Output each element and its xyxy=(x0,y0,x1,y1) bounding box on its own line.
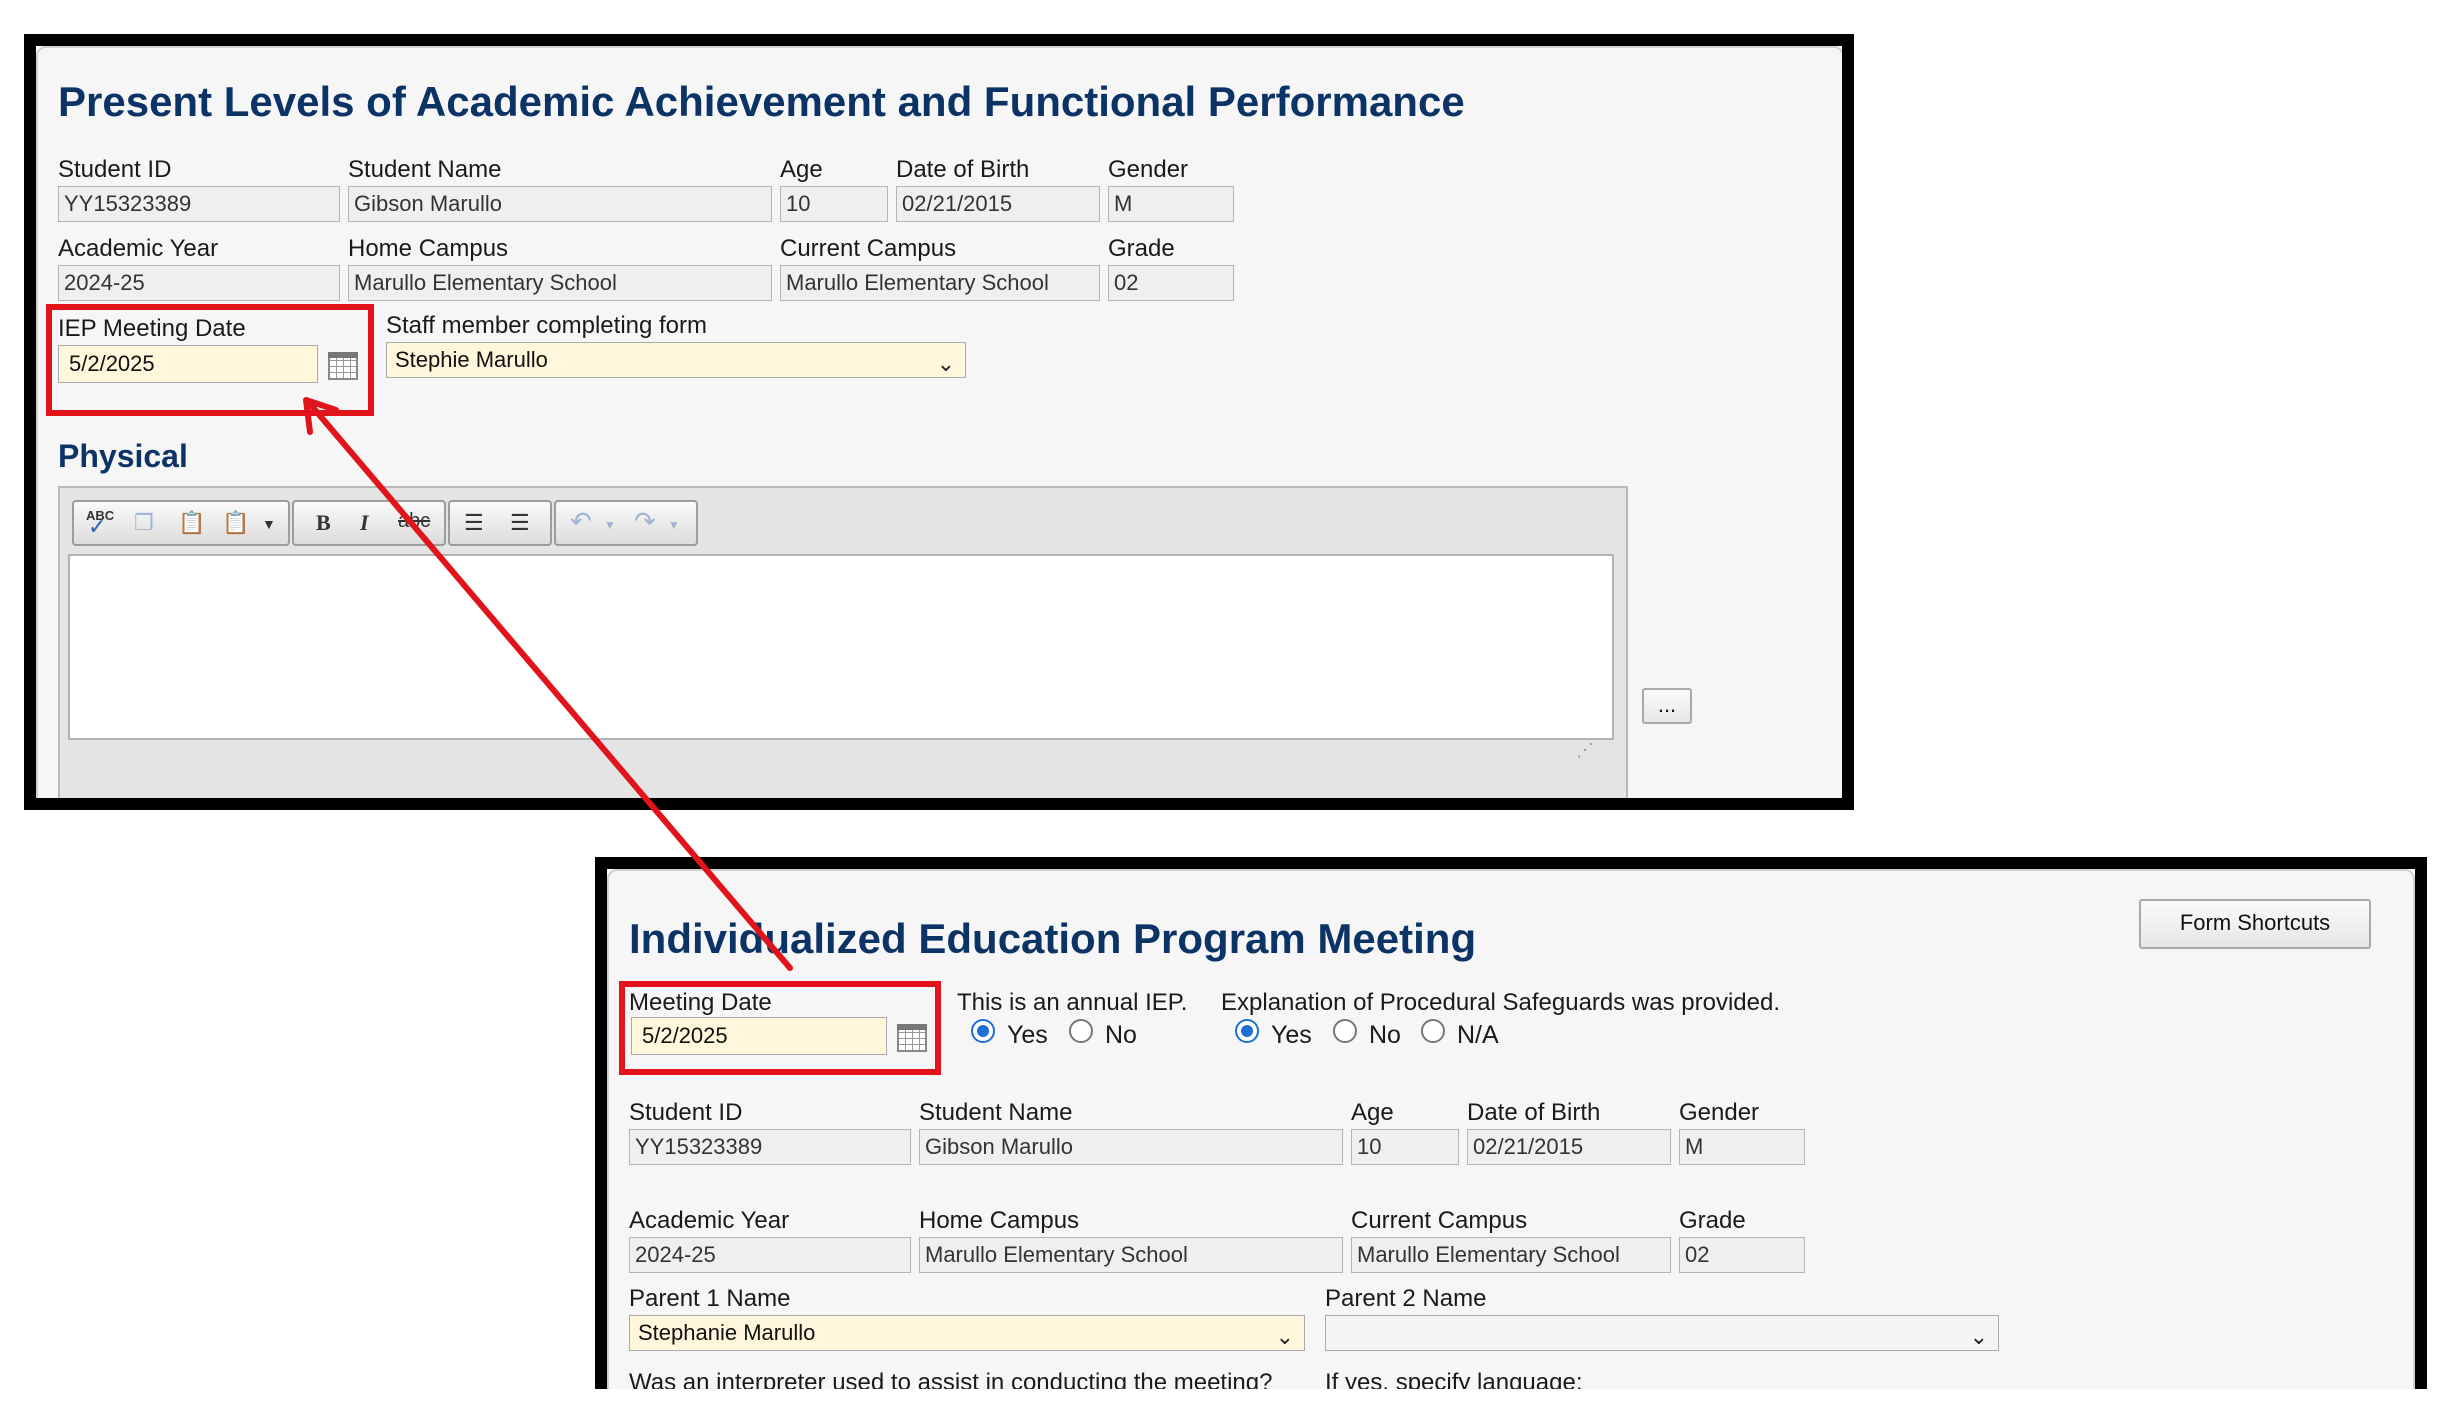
present-levels-panel: Present Levels of Academic Achievement a… xyxy=(24,34,1854,810)
current-campus-field: Marullo Elementary School xyxy=(780,265,1100,301)
highlight-box-iep-date xyxy=(46,304,374,416)
current-campus-label: Current Campus xyxy=(780,235,957,262)
academic-year-label: Academic Year xyxy=(629,1207,790,1234)
home-campus-label: Home Campus xyxy=(348,235,509,262)
bold-button[interactable]: B xyxy=(316,510,331,536)
paste-icon[interactable]: 📋 xyxy=(178,510,205,536)
gender-label: Gender xyxy=(1679,1099,1760,1126)
grade-field: 02 xyxy=(1108,265,1234,301)
dob-label: Date of Birth xyxy=(1467,1099,1601,1126)
iep-meeting-panel: Individualized Education Program Meeting… xyxy=(595,857,2427,1389)
physical-text-area[interactable] xyxy=(68,554,1614,740)
undo-icon[interactable]: ↶ xyxy=(570,506,592,537)
gender-label: Gender xyxy=(1108,156,1189,183)
academic-year-field: 2024-25 xyxy=(629,1237,911,1273)
age-field: 10 xyxy=(1351,1129,1459,1165)
form-shortcuts-button[interactable]: Form Shortcuts xyxy=(2139,899,2371,949)
grade-label: Grade xyxy=(1108,235,1175,262)
annual-iep-yes-label: Yes xyxy=(1007,1021,1048,1049)
annual-iep-no-label: No xyxy=(1105,1021,1137,1049)
student-id-field: YY15323389 xyxy=(58,186,340,222)
safeguards-yes-radio[interactable] xyxy=(1235,1019,1259,1043)
safeguards-na-radio[interactable] xyxy=(1421,1019,1445,1043)
numbered-list-icon[interactable]: ☰ xyxy=(510,510,530,536)
chevron-down-icon: ⌄ xyxy=(1275,1324,1294,1349)
paste-special-icon[interactable]: 📋 xyxy=(222,510,249,536)
dob-field: 02/21/2015 xyxy=(896,186,1100,222)
parent2-label: Parent 2 Name xyxy=(1325,1285,1487,1312)
age-label: Age xyxy=(1351,1099,1394,1126)
age-label: Age xyxy=(780,156,823,183)
student-name-label: Student Name xyxy=(348,156,502,183)
staff-label: Staff member completing form xyxy=(386,312,708,339)
section-physical-title: Physical xyxy=(58,438,188,474)
chevron-down-icon: ⌄ xyxy=(936,351,955,376)
safeguards-label: Explanation of Procedural Safeguards was… xyxy=(1221,989,1781,1016)
iep-meeting-form: Individualized Education Program Meeting… xyxy=(607,869,2415,1389)
redo-icon[interactable]: ↷ xyxy=(634,506,656,537)
gender-field: M xyxy=(1679,1129,1805,1165)
chevron-down-icon[interactable]: ▼ xyxy=(262,516,276,532)
safeguards-na-label: N/A xyxy=(1457,1021,1499,1049)
iep-meeting-window: Individualized Education Program Meeting… xyxy=(607,869,2415,1389)
toolbar-group-clipboard: ABC ✓ ❐ 📋 📋 ▼ xyxy=(72,500,290,546)
annual-iep-yes-radio[interactable] xyxy=(971,1019,995,1043)
dob-label: Date of Birth xyxy=(896,156,1030,183)
student-name-label: Student Name xyxy=(919,1099,1073,1126)
toolbar-group-lists: ☰ ☰ xyxy=(448,500,552,546)
check-icon: ✓ xyxy=(88,514,107,539)
physical-rich-text-editor: ABC ✓ ❐ 📋 📋 ▼ B I abc ☰ ☰ ↶ ▼ ↷ ▼ ⋰ xyxy=(58,486,1628,798)
strikethrough-button[interactable]: abc xyxy=(398,510,430,533)
safeguards-no-label: No xyxy=(1369,1021,1401,1049)
academic-year-field: 2024-25 xyxy=(58,265,340,301)
language-label: If yes, specify language: xyxy=(1325,1369,1583,1389)
safeguards-no-radio[interactable] xyxy=(1333,1019,1357,1043)
academic-year-label: Academic Year xyxy=(58,235,219,262)
annual-iep-no-radio[interactable] xyxy=(1069,1019,1093,1043)
staff-select-value: Stephie Marullo xyxy=(395,347,548,372)
age-field: 10 xyxy=(780,186,888,222)
home-campus-label: Home Campus xyxy=(919,1207,1080,1234)
student-id-label: Student ID xyxy=(629,1099,743,1126)
current-campus-field: Marullo Elementary School xyxy=(1351,1237,1671,1273)
student-name-field: Gibson Marullo xyxy=(348,186,772,222)
parent2-select[interactable]: ⌄ xyxy=(1325,1315,1999,1351)
parent1-select-value: Stephanie Marullo xyxy=(638,1320,816,1345)
annual-iep-label: This is an annual IEP. xyxy=(957,989,1188,1016)
staff-select[interactable]: Stephie Marullo ⌄ xyxy=(386,342,966,378)
interpreter-label: Was an interpreter used to assist in con… xyxy=(629,1369,1273,1389)
more-options-button[interactable]: ... xyxy=(1642,688,1692,724)
present-levels-form: Present Levels of Academic Achievement a… xyxy=(36,46,1842,798)
current-campus-label: Current Campus xyxy=(1351,1207,1528,1234)
gender-field: M xyxy=(1108,186,1234,222)
chevron-down-icon: ⌄ xyxy=(1969,1324,1988,1349)
chevron-down-icon[interactable]: ▼ xyxy=(604,518,616,532)
student-id-field: YY15323389 xyxy=(629,1129,911,1165)
toolbar-group-format: B I abc xyxy=(292,500,446,546)
student-id-label: Student ID xyxy=(58,156,172,183)
present-levels-window: Present Levels of Academic Achievement a… xyxy=(36,46,1842,798)
bullet-list-icon[interactable]: ☰ xyxy=(464,510,484,536)
italic-button[interactable]: I xyxy=(360,510,369,536)
student-name-field: Gibson Marullo xyxy=(919,1129,1343,1165)
home-campus-field: Marullo Elementary School xyxy=(348,265,772,301)
resize-handle-icon[interactable]: ⋰ xyxy=(1576,740,1594,761)
parent1-label: Parent 1 Name xyxy=(629,1285,791,1312)
home-campus-field: Marullo Elementary School xyxy=(919,1237,1343,1273)
dob-field: 02/21/2015 xyxy=(1467,1129,1671,1165)
page-title: Individualized Education Program Meeting xyxy=(629,915,1477,962)
page-title: Present Levels of Academic Achievement a… xyxy=(58,78,1465,125)
copy-icon[interactable]: ❐ xyxy=(134,510,154,536)
parent1-select[interactable]: Stephanie Marullo ⌄ xyxy=(629,1315,1305,1351)
safeguards-yes-label: Yes xyxy=(1271,1021,1312,1049)
grade-field: 02 xyxy=(1679,1237,1805,1273)
highlight-box-meeting-date xyxy=(619,981,941,1075)
grade-label: Grade xyxy=(1679,1207,1746,1234)
toolbar-group-history: ↶ ▼ ↷ ▼ xyxy=(554,500,698,546)
chevron-down-icon[interactable]: ▼ xyxy=(668,518,680,532)
